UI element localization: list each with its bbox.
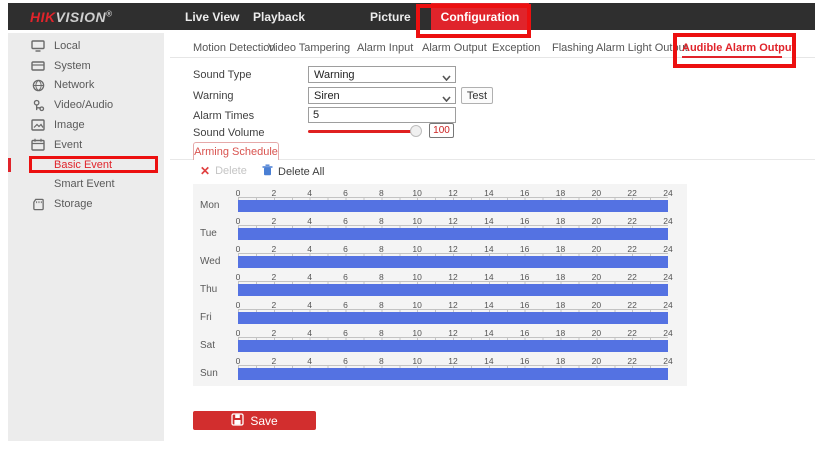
schedule-row-mon: Mon024681012141618202224 bbox=[193, 188, 687, 216]
sound-volume-label: Sound Volume bbox=[193, 127, 265, 139]
volume-slider-track[interactable] bbox=[308, 130, 416, 133]
day-label: Sat bbox=[200, 340, 234, 351]
schedule-row-sun: Sun024681012141618202224 bbox=[193, 356, 687, 384]
schedule-row-sat: Sat024681012141618202224 bbox=[193, 328, 687, 356]
delete-all-label: Delete All bbox=[278, 166, 324, 178]
tab-alarm-input[interactable]: Alarm Input bbox=[357, 42, 413, 54]
schedule-bar-tue[interactable] bbox=[238, 228, 668, 240]
test-button[interactable]: Test bbox=[461, 87, 493, 104]
hikvision-config-page: HIKVISION® Live View Playback Picture Confi… bbox=[0, 0, 815, 451]
registered-mark: ® bbox=[106, 9, 112, 18]
warning-sound-value: Siren bbox=[314, 90, 340, 102]
arming-schedule-tab[interactable]: Arming Schedule bbox=[193, 142, 279, 160]
trash-icon bbox=[262, 164, 273, 179]
tab-flashing-alarm-light-output[interactable]: Flashing Alarm Light Output bbox=[552, 42, 688, 54]
schedule-bar-sun[interactable] bbox=[238, 368, 668, 380]
alarm-times-label: Alarm Times bbox=[193, 110, 254, 122]
volume-slider-knob[interactable] bbox=[410, 125, 422, 137]
schedule-row-fri: Fri024681012141618202224 bbox=[193, 300, 687, 328]
delete-button[interactable]: ✕ Delete bbox=[200, 164, 247, 178]
save-floppy-icon bbox=[231, 413, 244, 429]
delete-label: Delete bbox=[215, 165, 247, 177]
volume-value-box[interactable]: 100 bbox=[429, 123, 454, 138]
delete-all-button[interactable]: Delete All bbox=[262, 164, 324, 179]
sidebar-item-local[interactable]: Local bbox=[8, 36, 164, 56]
delete-x-icon: ✕ bbox=[200, 164, 210, 178]
sidebar-item-network[interactable]: Network bbox=[8, 76, 164, 96]
sound-type-value: Warning bbox=[314, 69, 355, 81]
top-bar: HIKVISION® Live View Playback Picture Confi… bbox=[8, 3, 815, 30]
day-label: Tue bbox=[200, 228, 234, 239]
sidebar-item-label: Smart Event bbox=[54, 178, 115, 190]
day-label: Wed bbox=[200, 256, 234, 267]
day-label: Mon bbox=[200, 200, 234, 211]
nav-item-configuration[interactable]: Configuration bbox=[431, 3, 529, 30]
storage-icon bbox=[30, 198, 46, 211]
alarm-times-input[interactable] bbox=[308, 107, 456, 123]
active-tab-underline bbox=[682, 56, 782, 58]
schedule-row-thu: Thu024681012141618202224 bbox=[193, 272, 687, 300]
schedule-bar-fri[interactable] bbox=[238, 312, 668, 324]
sidebar-item-system[interactable]: System bbox=[8, 56, 164, 76]
save-label: Save bbox=[250, 414, 277, 428]
sidebar-item-storage[interactable]: Storage bbox=[8, 194, 164, 214]
schedule-bar-sat[interactable] bbox=[238, 340, 668, 352]
network-icon bbox=[30, 79, 46, 92]
tab-alarm-output[interactable]: Alarm Output bbox=[422, 42, 487, 54]
sidebar-item-label: Storage bbox=[54, 198, 93, 210]
warning-sound-select[interactable]: Siren bbox=[308, 87, 456, 104]
sidebar-item-smart-event[interactable]: Smart Event bbox=[8, 175, 164, 195]
sidebar-item-basic-event[interactable]: Basic Event bbox=[8, 155, 164, 175]
save-button[interactable]: Save bbox=[193, 411, 316, 430]
schedule-bar-wed[interactable] bbox=[238, 256, 668, 268]
sidebar-item-event[interactable]: Event bbox=[8, 135, 164, 155]
monitor-icon bbox=[30, 40, 46, 52]
system-icon bbox=[30, 60, 46, 72]
tab-audible-alarm-output[interactable]: Audible Alarm Output bbox=[682, 42, 795, 54]
sidebar-item-label: Image bbox=[54, 119, 85, 131]
chevron-down-icon bbox=[442, 93, 451, 105]
schedule-row-tue: Tue024681012141618202224 bbox=[193, 216, 687, 244]
nav-item-playback[interactable]: Playback bbox=[253, 10, 305, 24]
schedule-bar-thu[interactable] bbox=[238, 284, 668, 296]
schedule-bar-mon[interactable] bbox=[238, 200, 668, 212]
day-label: Thu bbox=[200, 284, 234, 295]
chevron-down-icon bbox=[442, 72, 451, 84]
arming-schedule-grid: Mon024681012141618202224Tue0246810121416… bbox=[193, 184, 687, 386]
hikvision-logo: HIKVISION® bbox=[30, 9, 113, 25]
sound-type-label: Sound Type bbox=[193, 69, 252, 81]
warning-label: Warning bbox=[193, 90, 234, 102]
tab-exception[interactable]: Exception bbox=[492, 42, 540, 54]
schedule-row-wed: Wed024681012141618202224 bbox=[193, 244, 687, 272]
sidebar: Local System Network Video/Audio Image Event B… bbox=[8, 33, 164, 441]
event-icon bbox=[30, 138, 46, 151]
sidebar-item-label: Network bbox=[54, 79, 94, 91]
logo-hik: HIK bbox=[30, 9, 56, 25]
image-icon bbox=[30, 119, 46, 131]
sidebar-item-label: Video/Audio bbox=[54, 99, 113, 111]
sidebar-item-label: Local bbox=[54, 40, 80, 52]
logo-vision: VISION bbox=[56, 9, 106, 25]
nav-item-live-view[interactable]: Live View bbox=[185, 10, 239, 24]
tab-video-tampering[interactable]: Video Tampering bbox=[268, 42, 350, 54]
sidebar-item-label: Event bbox=[54, 139, 82, 151]
video-audio-icon bbox=[30, 99, 46, 112]
sidebar-item-label: System bbox=[54, 60, 91, 72]
sidebar-item-video-audio[interactable]: Video/Audio bbox=[8, 95, 164, 115]
nav-item-picture[interactable]: Picture bbox=[370, 10, 411, 24]
day-label: Sun bbox=[200, 368, 234, 379]
tab-motion-detection[interactable]: Motion Detection bbox=[193, 42, 276, 54]
sidebar-item-label: Basic Event bbox=[54, 159, 112, 171]
sound-type-select[interactable]: Warning bbox=[308, 66, 456, 83]
sidebar-item-image[interactable]: Image bbox=[8, 115, 164, 135]
day-label: Fri bbox=[200, 312, 234, 323]
